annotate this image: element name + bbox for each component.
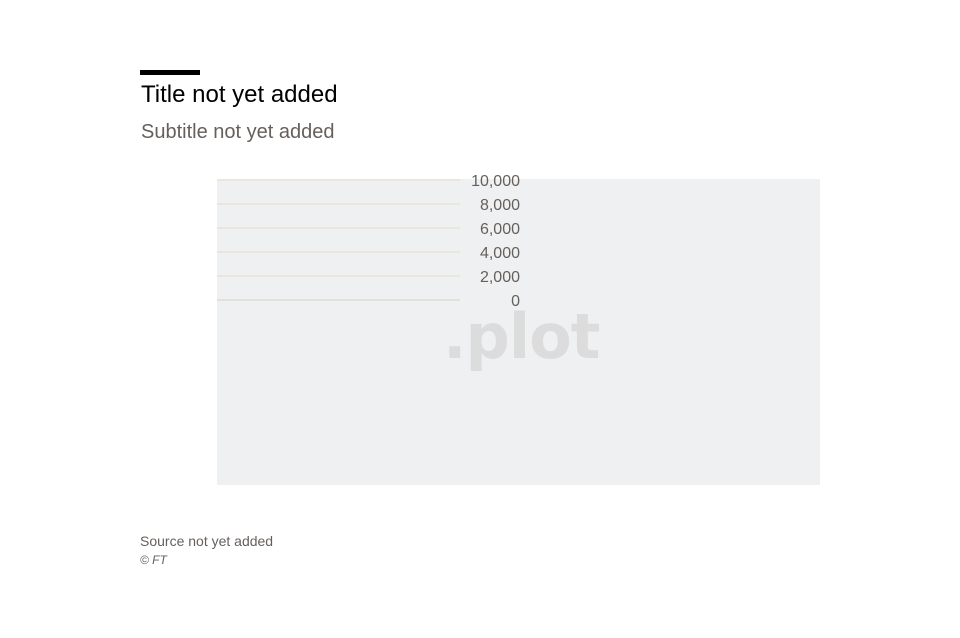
copyright-note: © FT bbox=[140, 553, 167, 567]
y-gridlines bbox=[217, 179, 460, 301]
y-tick-label: 8,000 bbox=[480, 197, 520, 214]
y-tick-label: 6,000 bbox=[480, 221, 520, 238]
y-tick-label: 0 bbox=[511, 293, 520, 310]
y-tick-label: 2,000 bbox=[480, 269, 520, 286]
y-tick-label: 4,000 bbox=[480, 245, 520, 262]
y-tick-labels: 10,000 8,000 6,000 4,000 2,000 0 bbox=[471, 173, 520, 310]
source-note: Source not yet added bbox=[140, 533, 274, 549]
y-tick-label: 10,000 bbox=[471, 173, 520, 190]
